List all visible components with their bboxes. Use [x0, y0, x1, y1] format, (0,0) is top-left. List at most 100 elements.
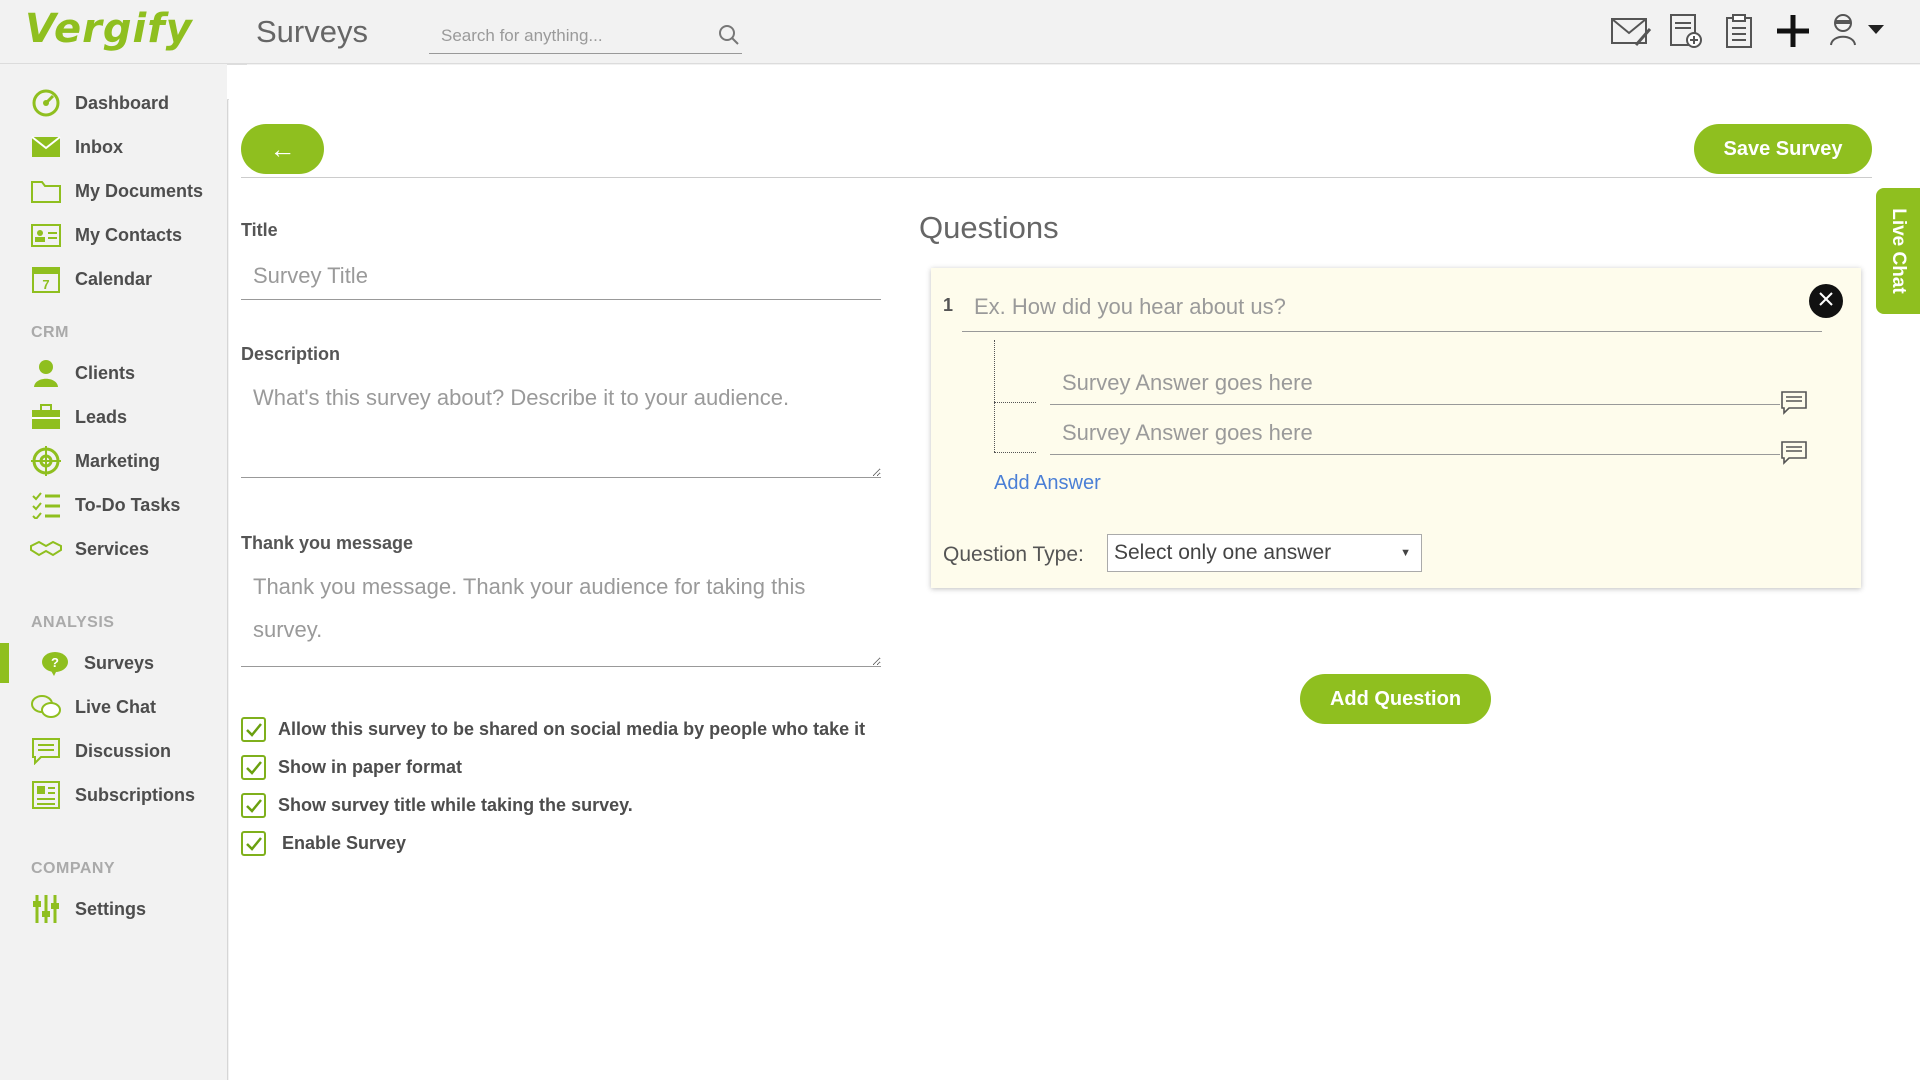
search-icon[interactable]	[718, 24, 740, 51]
question-number: 1	[943, 295, 954, 315]
option-enable-survey[interactable]: Enable Survey	[241, 831, 406, 856]
questions-heading: Questions	[919, 210, 1059, 245]
answer-comment-icon[interactable]	[1779, 389, 1809, 417]
sidebar-item-clients[interactable]: Clients	[0, 353, 228, 393]
answer-tree-branch	[994, 452, 1036, 453]
sidebar-item-my-documents[interactable]: My Documents	[0, 171, 228, 211]
option-label: Show in paper format	[278, 757, 463, 777]
briefcase-icon	[30, 401, 62, 433]
question-input[interactable]	[962, 282, 1822, 332]
sidebar-item-label: Surveys	[84, 652, 155, 673]
answer-input[interactable]	[1050, 361, 1780, 405]
calendar-icon: 7	[30, 263, 62, 295]
checkbox[interactable]	[241, 755, 266, 780]
target-icon	[30, 445, 62, 477]
thank-you-label: Thank you message	[241, 533, 414, 553]
answer-input[interactable]	[1050, 411, 1780, 455]
sidebar-item-label: Leads	[75, 406, 128, 427]
user-menu[interactable]	[1820, 8, 1892, 54]
search-input[interactable]	[429, 20, 699, 52]
add-answer-link[interactable]: Add Answer	[994, 472, 1101, 495]
dropdown-arrow-icon: ▼	[1400, 547, 1411, 559]
option-share-social[interactable]: Allow this survey to be shared on social…	[241, 717, 865, 742]
folder-icon	[30, 175, 62, 207]
question-type-select[interactable]: Select only one answer ▼	[1107, 534, 1422, 572]
section-label-company: COMPANY	[31, 860, 116, 877]
description-textarea[interactable]	[241, 370, 881, 478]
sidebar-item-label: Live Chat	[75, 696, 157, 717]
live-chat-tab[interactable]: Live Chat	[1876, 188, 1920, 314]
new-document-icon[interactable]	[1658, 8, 1712, 54]
checkmark-icon	[245, 760, 262, 775]
option-label: Enable Survey	[282, 833, 407, 853]
svg-text:?: ?	[51, 655, 59, 670]
remove-question-button[interactable]	[1809, 284, 1843, 318]
sidebar-item-label: Clients	[75, 362, 136, 383]
sidebar-item-label: Discussion	[75, 740, 172, 761]
survey-title-input[interactable]	[241, 252, 881, 300]
sidebar-item-label: My Contacts	[75, 224, 183, 245]
top-actions	[1604, 8, 1892, 54]
sidebar-item-services[interactable]: Services	[0, 529, 228, 569]
sidebar-item-discussion[interactable]: Discussion	[0, 731, 228, 771]
back-button[interactable]: ←	[241, 124, 324, 174]
save-survey-button[interactable]: Save Survey	[1694, 124, 1872, 174]
add-question-button[interactable]: Add Question	[1300, 674, 1491, 724]
checkmark-icon	[245, 722, 262, 737]
sidebar-item-todo-tasks[interactable]: To-Do Tasks	[0, 485, 228, 525]
sidebar-item-my-contacts[interactable]: My Contacts	[0, 215, 228, 255]
plus-icon[interactable]	[1766, 8, 1820, 54]
checkmark-icon	[245, 836, 262, 851]
checkbox[interactable]	[241, 831, 266, 856]
title-label: Title	[241, 220, 278, 240]
sidebar-item-label: To-Do Tasks	[75, 494, 181, 515]
section-label-crm: CRM	[31, 324, 69, 341]
discussion-icon	[30, 735, 62, 767]
option-label: Show survey title while taking the surve…	[278, 795, 633, 815]
sidebar-item-leads[interactable]: Leads	[0, 397, 228, 437]
live-chat-label: Live Chat	[1888, 208, 1909, 294]
chat-bubbles-icon	[30, 691, 62, 723]
thank-you-textarea[interactable]	[241, 559, 881, 667]
checkbox[interactable]	[241, 793, 266, 818]
sidebar-item-settings[interactable]: Settings	[0, 889, 228, 929]
compose-mail-icon[interactable]	[1604, 8, 1658, 54]
contacts-icon	[30, 219, 62, 251]
sidebar-item-dashboard[interactable]: Dashboard	[0, 83, 228, 123]
sidebar-item-subscriptions[interactable]: Subscriptions	[0, 775, 228, 815]
sidebar-item-label: My Documents	[75, 180, 204, 201]
svg-text:7: 7	[42, 277, 49, 292]
sidebar-item-inbox[interactable]: Inbox	[0, 127, 228, 167]
sidebar-item-surveys[interactable]: ? Surveys	[0, 643, 228, 683]
answer-comment-icon[interactable]	[1779, 439, 1809, 467]
answer-tree-branch	[994, 402, 1036, 403]
survey-icon: ?	[39, 647, 71, 679]
option-paper-format[interactable]: Show in paper format	[241, 755, 462, 780]
client-icon	[30, 357, 62, 389]
sidebar-item-label: Settings	[75, 898, 147, 919]
sidebar: Dashboard Inbox My Documents My Contacts…	[0, 64, 228, 1080]
user-avatar-icon[interactable]	[1828, 12, 1858, 51]
app-logo[interactable]: Vergify	[25, 6, 193, 52]
clipboard-icon[interactable]	[1712, 8, 1766, 54]
checkbox[interactable]	[241, 717, 266, 742]
answer-tree-line	[994, 340, 995, 452]
question-card: 1 Add Answer Question Type: Select only …	[931, 268, 1861, 588]
option-show-title[interactable]: Show survey title while taking the surve…	[241, 793, 633, 818]
handshake-icon	[30, 533, 62, 565]
question-type-label: Question Type:	[943, 543, 1084, 566]
section-label-analysis: ANALYSIS	[31, 614, 115, 631]
inbox-icon	[30, 131, 62, 163]
chevron-down-icon[interactable]	[1868, 22, 1884, 40]
sidebar-item-label: Dashboard	[75, 92, 170, 113]
main-content: ← Save Survey Title Description Thank yo…	[229, 65, 1920, 1080]
sidebar-item-label: Inbox	[75, 136, 123, 157]
close-icon	[1818, 291, 1834, 312]
sliders-icon	[30, 893, 62, 925]
dashboard-icon	[30, 87, 62, 119]
sidebar-item-live-chat[interactable]: Live Chat	[0, 687, 228, 727]
sidebar-item-label: Marketing	[75, 450, 161, 471]
sidebar-item-marketing[interactable]: Marketing	[0, 441, 228, 481]
checklist-icon	[30, 489, 62, 521]
sidebar-item-calendar[interactable]: 7 Calendar	[0, 259, 228, 299]
